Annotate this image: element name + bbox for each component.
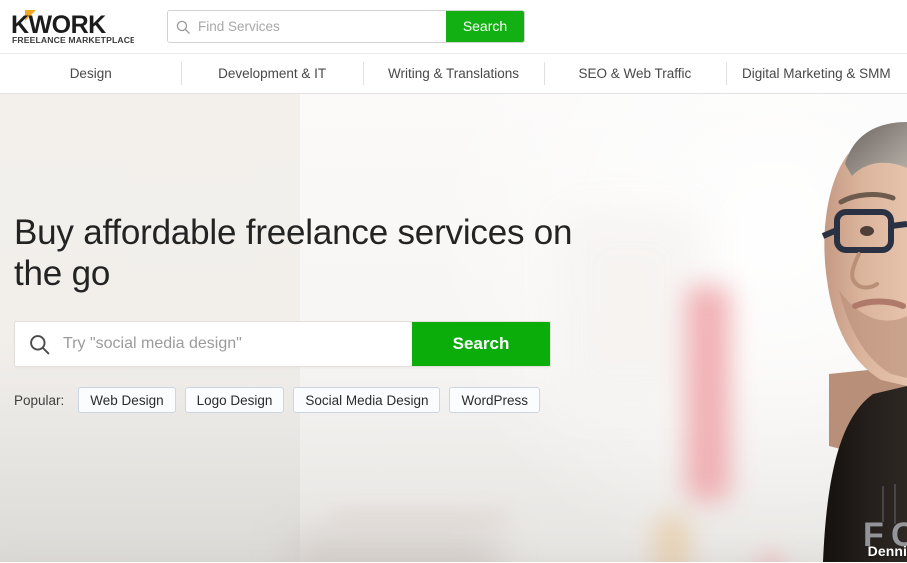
hero-banner: F C Denni Buy affordable freelance servi… <box>0 94 907 562</box>
nav-item-label: Design <box>69 66 112 81</box>
search-icon <box>15 322 63 366</box>
hero-content: Buy affordable freelance services on the… <box>14 212 594 413</box>
site-header: KWORK FREELANCE MARKETPLACE Search <box>0 0 907 53</box>
hero-search-input[interactable] <box>63 322 412 366</box>
nav-item-seo-web-traffic[interactable]: SEO & Web Traffic <box>544 54 725 93</box>
popular-searches: Popular: Web Design Logo Design Social M… <box>14 387 594 413</box>
popular-tag-web-design[interactable]: Web Design <box>78 387 176 413</box>
popular-tag-wordpress[interactable]: WordPress <box>449 387 540 413</box>
search-icon <box>168 11 198 42</box>
hero-search-button[interactable]: Search <box>412 322 550 366</box>
kwork-logo[interactable]: KWORK FREELANCE MARKETPLACE <box>11 8 134 46</box>
page-root: KWORK FREELANCE MARKETPLACE Search Desig… <box>0 0 907 563</box>
popular-tag-social-media-design[interactable]: Social Media Design <box>293 387 441 413</box>
header-search-button[interactable]: Search <box>446 11 524 42</box>
hero-bg-blur-shape <box>290 534 500 562</box>
nav-item-writing-translations[interactable]: Writing & Translations <box>362 54 544 93</box>
photographer-name-badge: Denni <box>867 543 907 559</box>
hero-bg-blur-shape <box>330 509 510 525</box>
nav-item-label: Digital Marketing & SMM <box>742 66 891 81</box>
hero-title: Buy affordable freelance services on the… <box>14 213 573 293</box>
category-nav: Design Development & IT Writing & Transl… <box>0 53 907 94</box>
nav-item-digital-marketing-smm[interactable]: Digital Marketing & SMM <box>725 54 907 93</box>
nav-item-development-it[interactable]: Development & IT <box>181 54 362 93</box>
logo-mark: KWORK FREELANCE MARKETPLACE <box>11 9 134 45</box>
nav-item-design[interactable]: Design <box>0 54 181 93</box>
hero-search-bar: Search <box>14 321 551 367</box>
popular-tag-logo-design[interactable]: Logo Design <box>184 387 285 413</box>
header-search-bar: Search <box>167 10 525 43</box>
nav-item-label: Writing & Translations <box>387 66 520 81</box>
nav-item-label: Development & IT <box>218 66 327 81</box>
popular-label: Popular: <box>14 392 65 408</box>
nav-item-label: SEO & Web Traffic <box>578 66 692 81</box>
logo-tagline: FREELANCE MARKETPLACE <box>12 35 134 45</box>
hero-person-photo: F C <box>677 94 907 562</box>
header-search-input[interactable] <box>198 11 446 42</box>
